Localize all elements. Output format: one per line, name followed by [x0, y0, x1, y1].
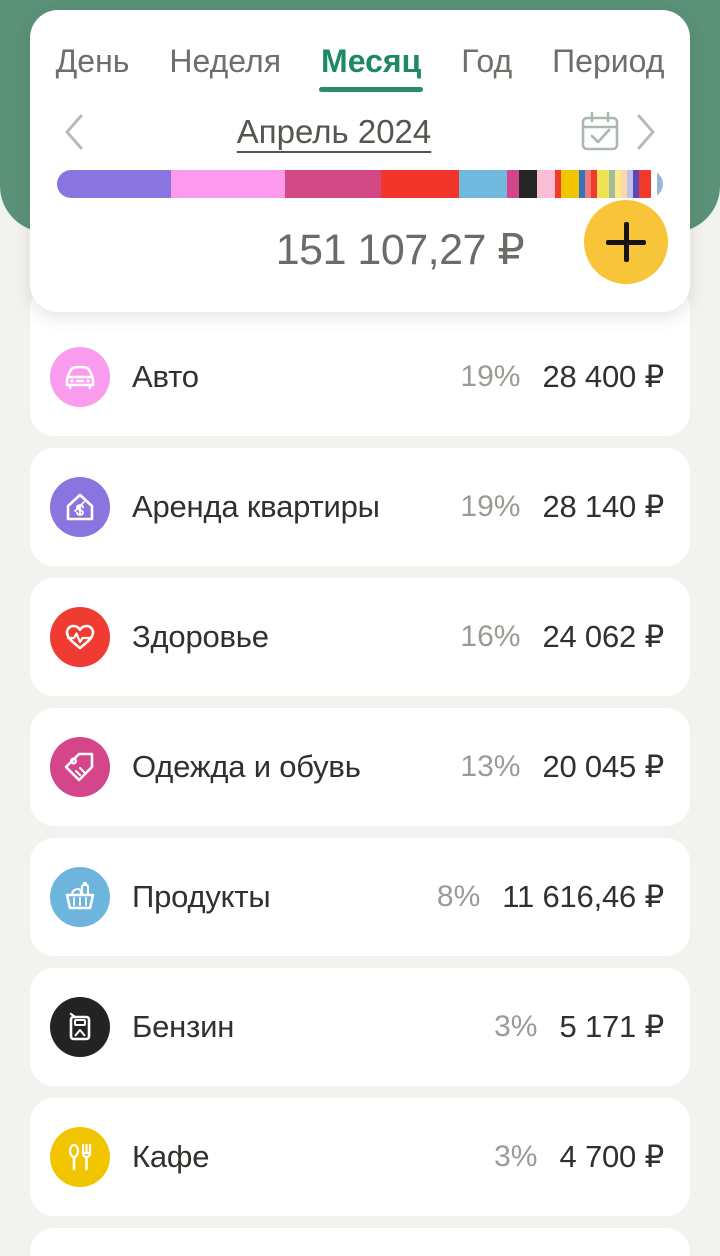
category-percent: 3% — [494, 1010, 538, 1043]
category-name: Продукты — [132, 879, 271, 914]
bar-segment — [507, 170, 519, 198]
add-transaction-button[interactable] — [584, 200, 668, 284]
house-dollar-icon — [50, 477, 110, 537]
total-row: 151 107,27 ₽ — [30, 200, 690, 296]
expense-distribution-bar — [57, 170, 663, 198]
category-list: Авто 19% 28 400 ₽ Аренда квартиры 19% 28 140 … — [0, 286, 720, 1256]
bar-segment — [657, 170, 663, 198]
tab-3[interactable]: Год — [441, 43, 532, 92]
category-name: Аренда квартиры — [132, 489, 380, 524]
category-row[interactable]: Одежда и обувь 13% 20 045 ₽ — [30, 708, 690, 826]
bar-segment — [171, 170, 285, 198]
tab-2[interactable]: Месяц — [301, 43, 441, 92]
bar-segment — [57, 170, 171, 198]
jerrycan-icon — [50, 997, 110, 1057]
category-amount: 5 171 ₽ — [559, 1009, 664, 1044]
category-row[interactable]: Кафе 3% 4 700 ₽ — [30, 1098, 690, 1216]
calendar-check-icon[interactable] — [574, 109, 626, 155]
bar-segment — [639, 170, 651, 198]
bar-segment — [597, 170, 609, 198]
category-percent: 19% — [460, 360, 521, 393]
bar-segment — [381, 170, 459, 198]
category-name: Здоровье — [132, 619, 269, 654]
bar-segment — [459, 170, 507, 198]
category-amount: 28 400 ₽ — [542, 359, 664, 394]
category-amount: 4 700 ₽ — [559, 1139, 664, 1174]
category-row[interactable]: Бензин 3% 5 171 ₽ — [30, 968, 690, 1086]
period-selector-row: Апрель 2024 — [30, 92, 690, 154]
basket-icon — [50, 867, 110, 927]
category-amount: 24 062 ₽ — [542, 619, 664, 654]
plus-icon-vertical — [623, 222, 629, 262]
category-row[interactable]: Аренда квартиры 19% 28 140 ₽ — [30, 448, 690, 566]
category-row[interactable]: Продукты 8% 11 616,46 ₽ — [30, 838, 690, 956]
period-tabs: День Неделя Месяц Год Период — [30, 10, 690, 92]
chevron-right-icon[interactable] — [626, 112, 666, 152]
period-label[interactable]: Апрель 2024 — [94, 113, 574, 151]
category-amount: 28 140 ₽ — [542, 489, 664, 524]
heart-pulse-icon — [50, 607, 110, 667]
category-percent: 19% — [460, 490, 521, 523]
spoon-fork-icon — [50, 1127, 110, 1187]
category-name: Кафе — [132, 1139, 210, 1174]
bar-segment — [561, 170, 579, 198]
summary-header-card: День Неделя Месяц Год Период Апрель 2024 151… — [30, 10, 690, 312]
category-name: Одежда и обувь — [132, 749, 361, 784]
category-row[interactable]: Подарки3%4 500 ₽ — [30, 1228, 690, 1256]
total-amount: 151 107,27 ₽ — [275, 226, 525, 274]
bar-segment — [285, 170, 381, 198]
chevron-left-icon[interactable] — [54, 112, 94, 152]
price-tag-icon — [50, 737, 110, 797]
tab-4[interactable]: Период — [532, 43, 684, 92]
category-percent: 16% — [460, 620, 521, 653]
category-percent: 8% — [436, 880, 481, 913]
bar-segment — [537, 170, 555, 198]
bar-segment — [519, 170, 537, 198]
category-percent: 3% — [494, 1140, 538, 1173]
tab-1[interactable]: Неделя — [149, 43, 301, 92]
category-row[interactable]: Здоровье 16% 24 062 ₽ — [30, 578, 690, 696]
category-percent: 13% — [460, 750, 521, 783]
car-icon — [50, 347, 110, 407]
category-amount: 11 616,46 ₽ — [502, 879, 664, 914]
category-name: Авто — [132, 359, 199, 394]
category-amount: 20 045 ₽ — [542, 749, 664, 784]
tab-0[interactable]: День — [36, 43, 150, 92]
category-name: Бензин — [132, 1009, 235, 1044]
